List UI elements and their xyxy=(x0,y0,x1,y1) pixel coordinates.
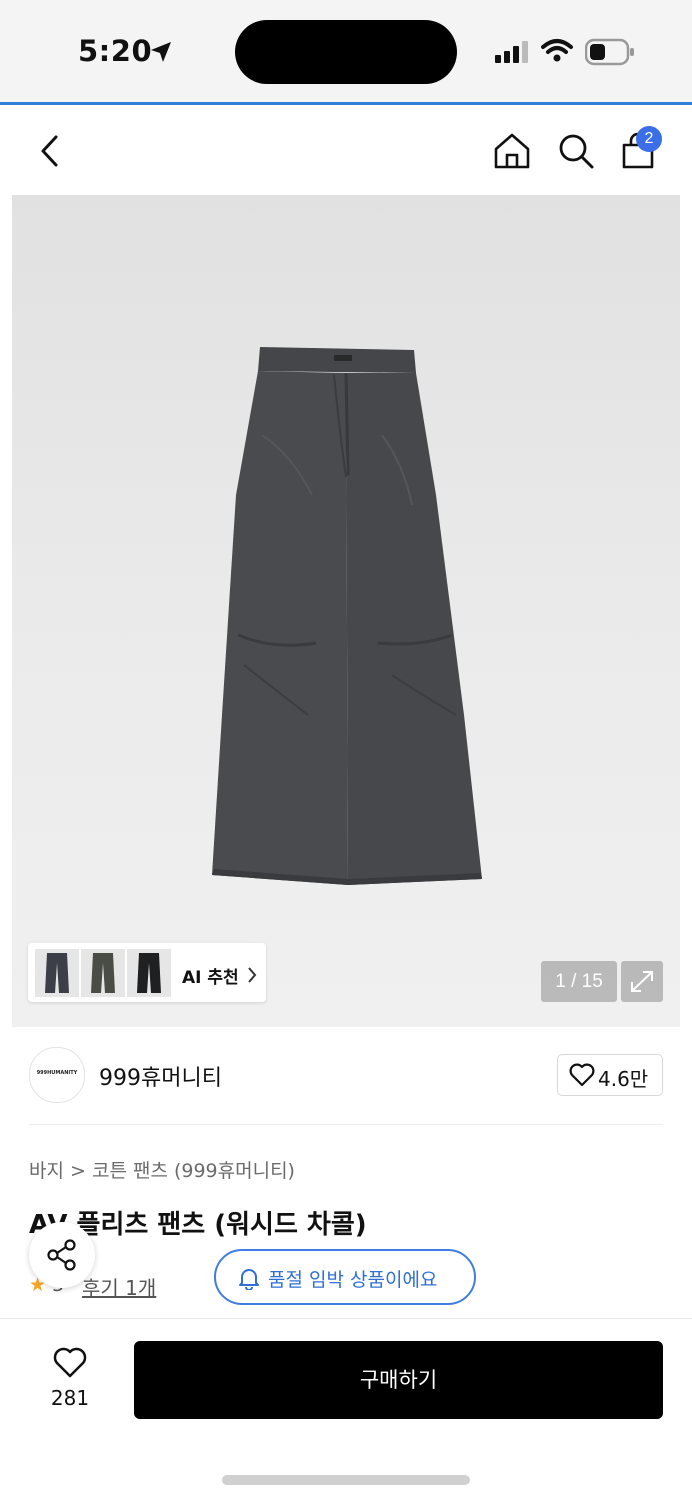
dynamic-island xyxy=(235,20,457,84)
soldout-notice-text: 품절 임박 상품이에요 xyxy=(268,1269,438,1291)
bell-icon xyxy=(239,1269,259,1290)
product-image[interactable] xyxy=(12,195,680,1027)
signal-icon xyxy=(495,41,528,63)
recommend-thumb[interactable] xyxy=(81,949,125,997)
chevron-right-icon xyxy=(248,967,257,983)
brand-logo-text: 999HUMANITY xyxy=(36,1070,78,1076)
buy-button[interactable]: 구매하기 xyxy=(134,1341,663,1419)
share-button[interactable] xyxy=(29,1222,95,1288)
battery-icon xyxy=(585,38,634,66)
wifi-icon xyxy=(541,39,573,62)
status-time: 5:20 xyxy=(78,34,153,68)
brand-favorite-count: 4.6만 xyxy=(598,1067,649,1091)
pants-image xyxy=(212,347,482,885)
divider xyxy=(29,1124,663,1125)
location-arrow-icon xyxy=(151,42,171,62)
like-count: 281 xyxy=(50,1386,90,1410)
recommend-thumb[interactable] xyxy=(127,949,171,997)
brand-name[interactable]: 999휴머니티 xyxy=(99,1060,222,1092)
expand-button[interactable] xyxy=(621,961,663,1002)
like-heart-icon[interactable] xyxy=(53,1347,87,1379)
back-icon[interactable] xyxy=(36,134,64,168)
share-icon xyxy=(47,1239,76,1271)
cart-count-badge: 2 xyxy=(636,126,662,152)
image-counter: 1 / 15 xyxy=(541,961,617,1002)
ai-recommend-label[interactable]: AI 추천 xyxy=(182,963,239,988)
heart-icon xyxy=(569,1063,595,1087)
home-icon[interactable] xyxy=(492,131,532,171)
search-icon[interactable] xyxy=(556,131,596,171)
home-indicator[interactable] xyxy=(222,1475,470,1485)
breadcrumb[interactable]: 바지 > 코튼 팬츠 (999휴머니티) xyxy=(29,1156,295,1183)
expand-icon xyxy=(631,971,653,992)
recommend-thumb[interactable] xyxy=(35,949,79,997)
